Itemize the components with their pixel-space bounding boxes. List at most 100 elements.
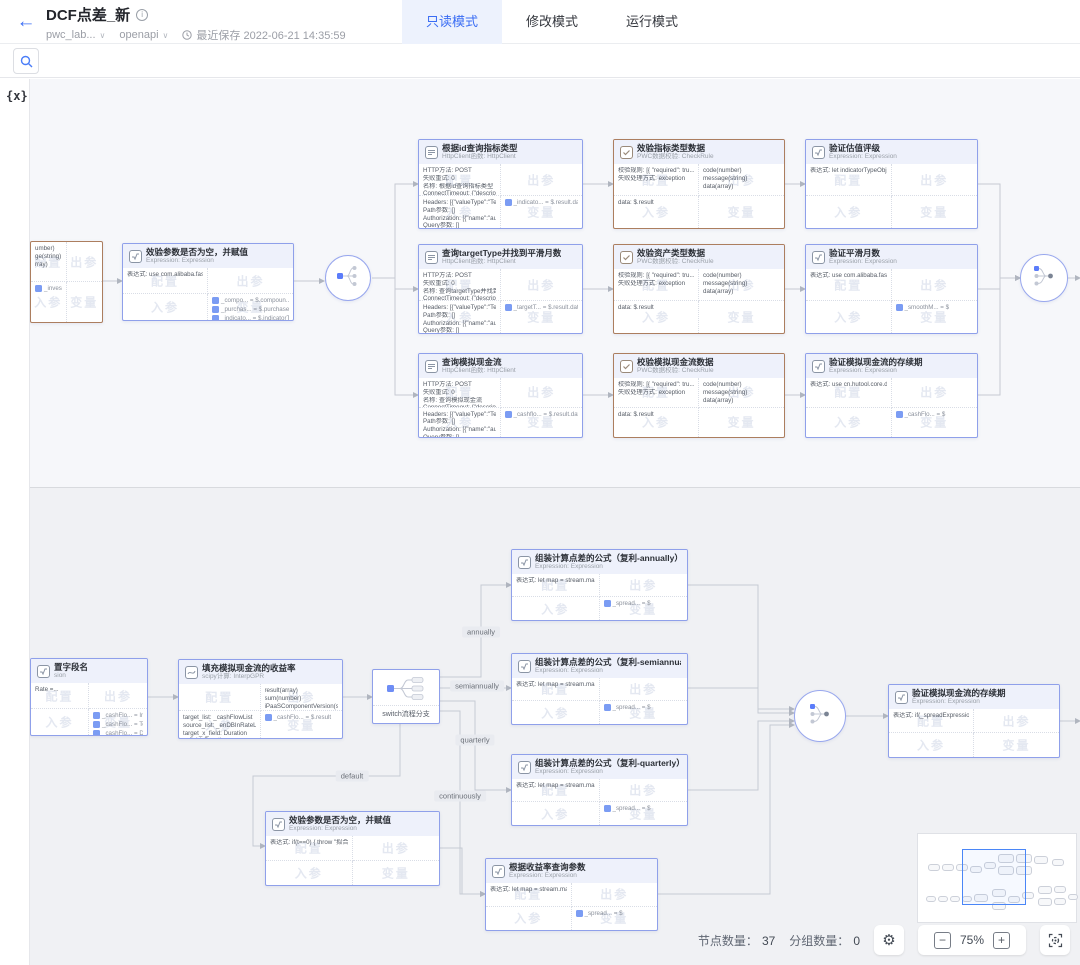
search-button[interactable]	[13, 48, 39, 74]
zoom-out-button[interactable]: −	[934, 932, 951, 949]
watermark-br: 变量	[974, 737, 1059, 754]
variable-chip[interactable]: _investm... = _investm...	[35, 285, 62, 292]
watermark-br: 变量	[892, 309, 978, 326]
flow-node-check-asset-data[interactable]: 效验资产类型数据PWC数据校验: CheckRule配置校验规则: [{ "re…	[613, 244, 785, 334]
node-cell-tl: 配置表达式: let map = stream.map()...	[512, 574, 600, 597]
flow-node-check-indicator-data[interactable]: 效验指标类型数据PWC数据校验: CheckRule配置校验规则: [{ "re…	[613, 139, 785, 229]
variable-chip[interactable]: _cashflo... = $.result.dat...	[505, 411, 579, 418]
group-count: 分组数量：0	[789, 932, 860, 949]
variable-chip[interactable]: _smoothM... = $	[896, 304, 974, 311]
watermark-bl: 入参	[889, 737, 973, 754]
scipy-icon	[185, 666, 198, 679]
connector-join-join-bottom[interactable]	[794, 690, 846, 742]
watermark-bl: 入参	[806, 204, 891, 221]
flow-node-http-query-targettype[interactable]: 查询targetType并找到平滑月数HttpClient函数: HttpCli…	[418, 244, 583, 334]
clock-icon	[182, 30, 192, 40]
node-cell-br: 变量_targetT... = $.result.data	[501, 301, 583, 333]
flow-node-set-field-name[interactable]: 置字段名sion配置Rate =...出参入参变量_cashFlo... = I…	[30, 658, 148, 736]
flow-node-check-params-bottom[interactable]: 效验参数是否为空，并赋值Expression: Expression配置表达式:…	[265, 811, 440, 886]
variable-chip[interactable]: _spread... = $	[604, 600, 684, 607]
variable-chip[interactable]: _cashFlo... = Duration	[93, 730, 143, 735]
flow-node-http-query-cashflow[interactable]: 查询模拟现金流HttpClient函数: HttpClient配置HTTP方法:…	[418, 353, 583, 438]
back-button[interactable]: ←	[14, 10, 38, 34]
connector-fork-fork-top[interactable]	[325, 255, 371, 301]
node-config-line: 校验规则: [{ "required": tru...	[618, 272, 694, 280]
node-title: 查询targetType并找到平滑月数	[442, 248, 561, 258]
variable-chip[interactable]: _spread... = $	[604, 805, 684, 812]
flow-node-verify-valuation[interactable]: 验证估值评级Expression: Expression配置表达式: let i…	[805, 139, 978, 229]
node-cell-tl: 配置表达式: let map = stream.map()...	[512, 779, 600, 802]
flow-title-block: DCF点差_新 i pwc_lab...∨ openapi∨ 最近保存 2022…	[46, 4, 346, 43]
variables-panel-button[interactable]: {x}	[6, 89, 28, 103]
variable-chip[interactable]: _purchas... = $.purchase...	[212, 306, 289, 313]
node-header-text: 效验参数是否为空，并赋值Expression: Expression	[289, 815, 391, 833]
back-arrow-icon: ←	[17, 11, 36, 32]
watermark-bl: 入参	[512, 704, 599, 721]
minimap-node	[1038, 886, 1052, 894]
variable-chip[interactable]: _cashFlo... = $.result	[265, 714, 339, 721]
node-config-line: 校验规则: [{ "required": tru...	[618, 167, 694, 175]
variable-chip-icon	[93, 730, 100, 735]
minimap-viewport[interactable]	[962, 849, 1026, 905]
variable-chip-text: _targetT... = $.result.data	[514, 304, 579, 311]
node-config-line: message(string)	[703, 280, 780, 288]
node-header: 校验模拟现金流数据PWC数据校验: CheckRule	[614, 354, 784, 378]
flow-node-verify-smooth-months[interactable]: 验证平滑月数Expression: Expression配置表达式: use c…	[805, 244, 978, 334]
variable-chip[interactable]: _cashFlo... = TotalCashF...	[93, 721, 143, 728]
node-cell-bl: 入参	[512, 701, 600, 724]
tab-readonly[interactable]: 只读模式	[402, 0, 502, 44]
flow-node-check-params-top[interactable]: 效验参数是否为空，并赋值Expression: Expression配置表达式:…	[122, 243, 294, 321]
variable-chip-icon	[604, 805, 611, 812]
flow-canvas[interactable]: 配置umber)ge(string)rray)出参入参_investm... =…	[0, 79, 1080, 965]
node-cell-bl: 入参	[512, 802, 600, 825]
node-cell-br: 变量	[67, 282, 103, 322]
fit-view-button[interactable]	[1040, 925, 1070, 955]
variable-chip-text: _compo... = $.compoun...	[221, 297, 289, 304]
flow-node-assemble-quarterly[interactable]: 组装计算点差的公式（复利-quarterly）Expression: Expre…	[511, 754, 688, 826]
variable-chip[interactable]: _cashFlo... = $	[896, 411, 974, 418]
tab-edit[interactable]: 修改模式	[502, 0, 602, 44]
expression-icon	[129, 250, 142, 263]
flow-node-assemble-semiannually[interactable]: 组装计算点差的公式（复利-semiannually）Expression: Ex…	[511, 653, 688, 725]
node-cell-tl: 配置HTTP方法: POST失败重试: 0名称: 根据id查询指标类型Conne…	[419, 164, 501, 196]
flow-node-check-cashflow-data[interactable]: 校验模拟现金流数据PWC数据校验: CheckRule配置校验规则: [{ "r…	[613, 353, 785, 438]
settings-button[interactable]: ⚙	[874, 925, 904, 955]
variable-chip[interactable]: _compo... = $.compoun...	[212, 297, 289, 304]
node-config-line: 表达式: use cn.hutool.core.date...	[810, 381, 887, 389]
variable-chip[interactable]: _targetT... = $.result.data	[505, 304, 579, 311]
node-cell-br: 变量	[699, 408, 784, 438]
flow-node-http-query-indicator[interactable]: 根据id查询指标类型HttpClient函数: HttpClient配置HTTP…	[418, 139, 583, 229]
httpclient-icon	[425, 146, 438, 159]
node-body: 配置表达式: let map = stream.map()...出参入参变量_s…	[512, 574, 687, 620]
flow-node-switch-branch[interactable]: switch流程分支	[372, 669, 440, 724]
node-title: 查询模拟现金流	[442, 357, 516, 367]
tab-run[interactable]: 运行模式	[602, 0, 702, 44]
minimap[interactable]	[917, 833, 1077, 923]
variable-chip[interactable]: _cashFlo... = InterestRate	[93, 712, 143, 719]
variable-chip[interactable]: _indicato... = $.result.data	[505, 199, 579, 206]
api-select[interactable]: openapi∨	[119, 29, 168, 41]
flow-node-query-params-by-yield[interactable]: 根据收益率查询参数Expression: Expression配置表达式: le…	[485, 858, 658, 931]
node-config-line: Authorization: [{"name":"authTyp...	[423, 426, 496, 434]
flow-node-verify-duration-bottom[interactable]: 验证模拟现金流的存续期Expression: Expression配置表达式: …	[888, 684, 1060, 758]
info-icon[interactable]: i	[136, 9, 148, 21]
flow-node-fill-cashflow-yield[interactable]: 填充模拟现金流的收益率scipy计算: InterpGPR配置出参result(…	[178, 659, 343, 739]
node-config-line: 表达式: let map = stream.map()...	[516, 577, 595, 585]
node-config-line: Path参数: []	[423, 207, 496, 215]
node-cell-bl: 入参	[266, 861, 353, 886]
node-config-line: Query参数: []	[423, 327, 496, 333]
flow-node-verify-duration-top[interactable]: 验证模拟现金流的存续期Expression: Expression配置表达式: …	[805, 353, 978, 438]
workspace-select[interactable]: pwc_lab...∨	[46, 29, 105, 41]
zoom-in-button[interactable]: +	[993, 932, 1010, 949]
node-cell-bl: 入参	[123, 294, 208, 320]
variable-chip[interactable]: _spread... = $	[576, 910, 654, 917]
watermark-bl: 入参	[806, 309, 891, 326]
variable-chip[interactable]: _spread... = $	[604, 704, 684, 711]
flow-node-assemble-annually[interactable]: 组装计算点差的公式（复利-annually）Expression: Expres…	[511, 549, 688, 621]
gear-icon: ⚙	[882, 931, 895, 949]
flow-node-output-partial-top[interactable]: 配置umber)ge(string)rray)出参入参_investm... =…	[30, 241, 103, 323]
connector-join-join-top[interactable]	[1020, 254, 1068, 302]
variable-chip[interactable]: _indicato... = $.indicatorT...	[212, 315, 289, 320]
node-cell-br: 变量_cashflo... = $.result.dat...	[501, 408, 583, 438]
node-config-line: 表达式: let map = stream.map()...	[516, 681, 595, 689]
